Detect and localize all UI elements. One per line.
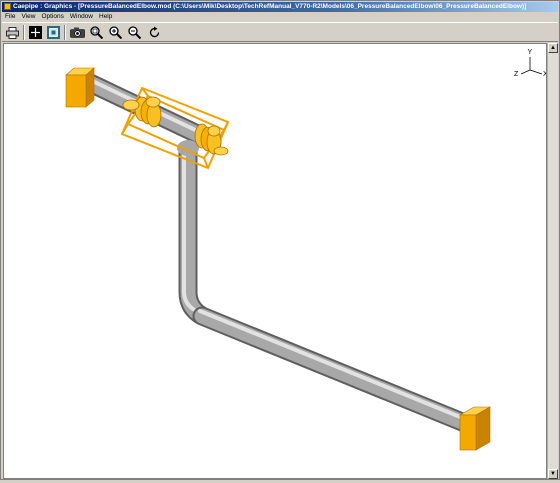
toolbar-separator [23, 25, 25, 40]
zoom-window-icon [90, 26, 103, 39]
toolbar-separator [64, 25, 66, 40]
menu-file[interactable]: File [2, 12, 18, 22]
mode-button[interactable] [28, 25, 43, 40]
print-button[interactable] [5, 25, 20, 40]
zoom-window-button[interactable] [89, 25, 104, 40]
menu-bar: File View Options Window Help [2, 12, 558, 22]
view-button[interactable] [46, 25, 61, 40]
app-icon [4, 3, 11, 10]
pipe-segment-vertical[interactable] [178, 148, 208, 325]
orientation-triad: Y Z X [514, 49, 548, 78]
toolbar [2, 22, 558, 42]
title-bar[interactable]: Caepipe : Graphics - [PressureBalancedEl… [2, 2, 558, 12]
rotate-button[interactable] [147, 25, 162, 40]
pipe-model-view[interactable]: Y Z X [4, 44, 548, 478]
menu-view[interactable]: View [18, 12, 38, 22]
graphics-canvas[interactable]: Y Z X [3, 43, 548, 479]
scroll-up-arrow-icon[interactable]: ▲ [548, 43, 558, 53]
menu-window[interactable]: Window [67, 12, 96, 22]
zoom-out-button[interactable] [127, 25, 142, 40]
zoom-in-icon [109, 26, 122, 39]
window-title: Caepipe : Graphics - [PressureBalancedEl… [13, 3, 527, 10]
triad-z-label: Z [514, 71, 519, 78]
menu-help[interactable]: Help [96, 12, 115, 22]
rotate-icon [149, 26, 160, 38]
zoom-out-icon [128, 26, 141, 39]
menu-options[interactable]: Options [38, 12, 66, 22]
pipe-segment-bottom[interactable] [192, 306, 482, 436]
caepipe-graphics-window: Caepipe : Graphics - [PressureBalancedEl… [0, 0, 560, 480]
snapshot-button[interactable] [69, 25, 86, 40]
scroll-down-arrow-icon[interactable]: ▼ [548, 469, 558, 479]
anchor-left[interactable] [65, 67, 95, 108]
vertical-scrollbar[interactable]: ▲ ▼ [547, 43, 558, 479]
zoom-in-button[interactable] [108, 25, 123, 40]
anchor-right[interactable] [458, 406, 492, 451]
camera-icon [70, 27, 85, 38]
view-frame-icon [47, 26, 60, 39]
crosshair-icon [29, 26, 42, 39]
triad-y-label: Y [528, 49, 533, 56]
triad-x-label: X [543, 71, 546, 78]
printer-icon [6, 26, 19, 39]
